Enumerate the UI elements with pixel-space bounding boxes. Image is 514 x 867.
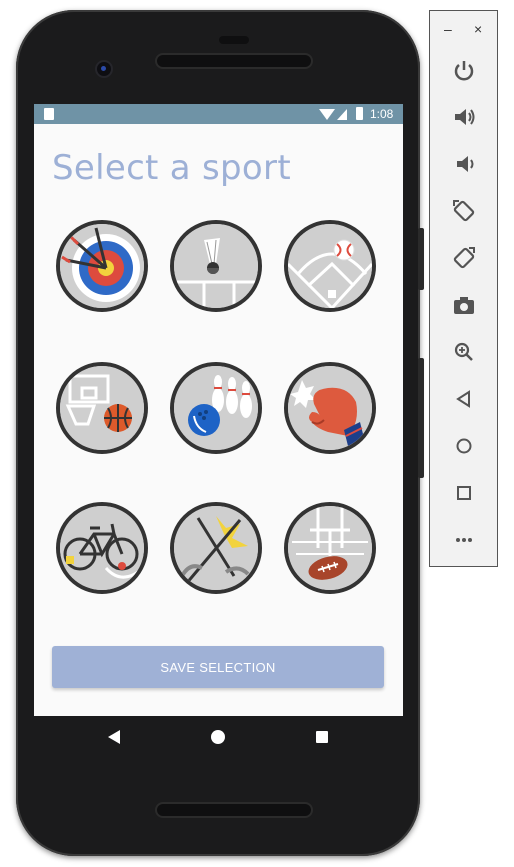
bowling-icon: [174, 366, 258, 450]
sport-boxing[interactable]: [284, 362, 376, 454]
save-selection-button[interactable]: SAVE SELECTION: [52, 646, 384, 688]
wifi-icon: [319, 109, 335, 120]
basketball-icon: [60, 366, 144, 450]
page-title: Select a sport: [52, 148, 291, 188]
front-camera: [97, 62, 111, 76]
sport-fencing[interactable]: [170, 502, 262, 594]
sport-football[interactable]: [284, 502, 376, 594]
emulator-home-button[interactable]: [451, 433, 477, 459]
volume-up-button[interactable]: [451, 104, 477, 130]
emulator-overview-button[interactable]: [451, 480, 477, 506]
rotate-right-button[interactable]: [451, 245, 477, 271]
side-button: [418, 228, 424, 290]
volume-down-button[interactable]: [451, 151, 477, 177]
navigation-bar: [34, 716, 403, 760]
back-icon[interactable]: [108, 730, 120, 744]
status-bar: 1:08: [34, 104, 403, 124]
emulator-toolbar: – ×: [429, 10, 498, 567]
archery-icon: [60, 224, 144, 308]
badminton-icon: [174, 224, 258, 308]
volume-up-icon: [455, 109, 475, 125]
sport-archery[interactable]: [56, 220, 148, 312]
power-button[interactable]: [451, 57, 477, 83]
power-icon: [454, 61, 474, 81]
emulator-back-button[interactable]: [451, 386, 477, 412]
home-icon[interactable]: [211, 730, 225, 744]
status-time: 1:08: [370, 107, 394, 121]
cycling-icon: [60, 506, 144, 590]
volume-rocker: [418, 358, 424, 478]
more-dots-icon: [456, 538, 472, 542]
zoom-button[interactable]: [451, 339, 477, 365]
screenshot-button[interactable]: [451, 292, 477, 318]
top-speaker: [157, 55, 311, 67]
rotate-left-button[interactable]: [451, 198, 477, 224]
boxing-icon: [288, 366, 372, 450]
minimize-button[interactable]: –: [444, 21, 452, 37]
sport-badminton[interactable]: [170, 220, 262, 312]
volume-down-icon: [457, 156, 474, 172]
close-button[interactable]: ×: [474, 21, 482, 37]
app-screen: 1:08 Select a sport SAVE SELECTION: [34, 104, 403, 716]
sport-basketball[interactable]: [56, 362, 148, 454]
signal-icon: [337, 109, 347, 120]
camera-icon: [454, 297, 474, 314]
fencing-icon: [174, 506, 258, 590]
sport-cycling[interactable]: [56, 502, 148, 594]
earpiece-sensor: [219, 36, 249, 44]
sd-card-icon: [44, 108, 54, 120]
sport-baseball[interactable]: [284, 220, 376, 312]
zoom-icon: [454, 342, 473, 361]
more-button[interactable]: [451, 527, 477, 553]
back-triangle-icon: [456, 390, 470, 408]
baseball-icon: [288, 224, 372, 308]
sport-bowling[interactable]: [170, 362, 262, 454]
football-icon: [288, 506, 372, 590]
rotate-left-icon: [453, 200, 475, 222]
overview-square-icon: [457, 486, 471, 500]
recents-icon[interactable]: [316, 731, 328, 743]
rotate-right-icon: [453, 247, 475, 269]
battery-icon: [356, 107, 363, 120]
home-circle-icon: [456, 438, 472, 454]
bottom-speaker: [157, 804, 311, 816]
